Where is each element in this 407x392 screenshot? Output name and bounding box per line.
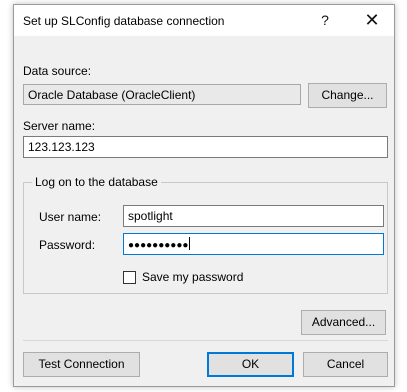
logon-group-label: Log on to the database bbox=[32, 175, 161, 189]
title-bar: Set up SLConfig database connection ? ✕ bbox=[14, 5, 394, 36]
data-source-field: Oracle Database (OracleClient) bbox=[23, 84, 301, 105]
password-label: Password: bbox=[39, 238, 96, 252]
server-name-label: Server name: bbox=[23, 119, 96, 133]
password-input[interactable]: ●●●●●●●●●● bbox=[123, 233, 384, 255]
close-icon[interactable]: ✕ bbox=[350, 5, 394, 36]
username-input[interactable]: spotlight bbox=[123, 205, 384, 227]
text-caret bbox=[189, 237, 191, 250]
dialog-title: Set up SLConfig database connection bbox=[23, 14, 225, 28]
help-icon[interactable]: ? bbox=[303, 5, 347, 36]
advanced-button[interactable]: Advanced... bbox=[301, 310, 386, 335]
ok-button[interactable]: OK bbox=[207, 352, 294, 377]
password-masked-value: ●●●●●●●●●● bbox=[128, 240, 189, 251]
save-password-checkbox[interactable] bbox=[123, 271, 136, 284]
save-password-label[interactable]: Save my password bbox=[142, 270, 243, 284]
footer-separator bbox=[23, 340, 388, 341]
cancel-button[interactable]: Cancel bbox=[303, 352, 388, 377]
change-data-source-button[interactable]: Change... bbox=[308, 83, 387, 108]
data-source-label: Data source: bbox=[23, 64, 92, 78]
test-connection-button[interactable]: Test Connection bbox=[23, 352, 140, 377]
server-name-input[interactable]: 123.123.123 bbox=[23, 136, 388, 158]
database-connection-dialog: Set up SLConfig database connection ? ✕ … bbox=[13, 4, 395, 387]
username-label: User name: bbox=[39, 210, 102, 224]
